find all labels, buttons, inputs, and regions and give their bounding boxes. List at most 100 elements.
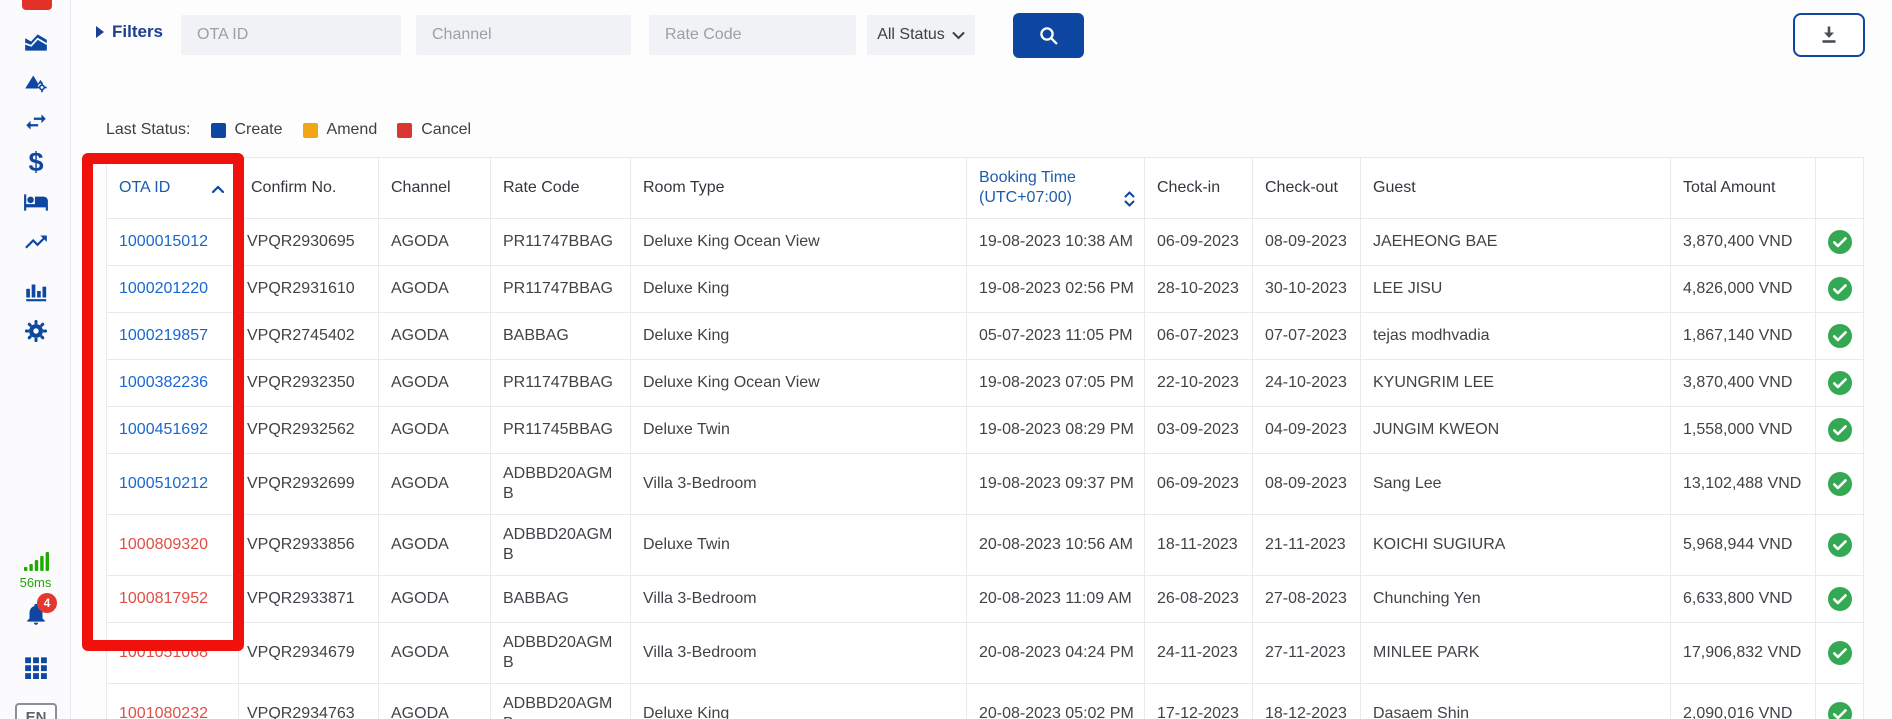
ota-id-link[interactable]: 1000451692 xyxy=(119,421,208,438)
check-out-cell: 18-12-2023 xyxy=(1253,684,1361,719)
channel-cell: AGODA xyxy=(379,266,491,313)
language-selector[interactable]: EN xyxy=(15,703,57,719)
booking-list-screen: $ 56ms 4 EN Filters xyxy=(0,0,1892,719)
total-amount-cell: 13,102,488 VND xyxy=(1671,454,1816,515)
rate-code-cell: ADBBD20AGMB xyxy=(491,684,631,719)
dollar-icon[interactable]: $ xyxy=(23,149,49,175)
channel-cell: AGODA xyxy=(379,454,491,515)
header-ota-id[interactable]: OTA ID xyxy=(107,158,239,219)
status-dropdown-value: All Status xyxy=(877,26,945,44)
confirm-no-cell: VPQR2745402 xyxy=(239,313,379,360)
channel-cell: AGODA xyxy=(379,576,491,623)
amend-color-swatch xyxy=(303,123,318,138)
confirm-no-cell: VPQR2933871 xyxy=(239,576,379,623)
sort-updown-icon[interactable] xyxy=(1124,191,1135,207)
room-type-cell: Deluxe King Ocean View xyxy=(631,360,967,407)
channel-cell: AGODA xyxy=(379,623,491,684)
booking-time-cell: 20-08-2023 11:09 AM xyxy=(967,576,1145,623)
search-button[interactable] xyxy=(1013,13,1084,58)
settings-gear-icon[interactable] xyxy=(23,318,49,344)
check-out-cell: 08-09-2023 xyxy=(1253,454,1361,515)
check-in-cell: 06-07-2023 xyxy=(1145,313,1253,360)
confirm-no-cell: VPQR2932562 xyxy=(239,407,379,454)
download-button[interactable] xyxy=(1793,13,1865,57)
filters-toggle[interactable]: Filters xyxy=(96,22,163,42)
check-out-cell: 27-08-2023 xyxy=(1253,576,1361,623)
ota-id-link[interactable]: 1001051068 xyxy=(119,644,208,661)
header-check-out: Check-out xyxy=(1253,158,1361,219)
status-success-icon xyxy=(1822,640,1857,666)
check-out-cell: 27-11-2023 xyxy=(1253,623,1361,684)
check-out-cell: 07-07-2023 xyxy=(1253,313,1361,360)
room-type-cell: Deluxe King Ocean View xyxy=(631,219,967,266)
bookings-table-wrap: OTA ID Confirm No. Channel Rate Code Roo… xyxy=(106,157,1863,719)
table-row: 1001080232 VPQR2934763 AGODA ADBBD20AGMB… xyxy=(107,684,1864,719)
table-row: 1000510212 VPQR2932699 AGODA ADBBD20AGMB… xyxy=(107,454,1864,515)
check-out-cell: 30-10-2023 xyxy=(1253,266,1361,313)
swap-arrows-icon[interactable] xyxy=(23,109,49,135)
rate-code-cell: ADBBD20AGMB xyxy=(491,515,631,576)
table-row: 1001051068 VPQR2934679 AGODA ADBBD20AGMB… xyxy=(107,623,1864,684)
check-in-cell: 03-09-2023 xyxy=(1145,407,1253,454)
confirm-no-cell: VPQR2934679 xyxy=(239,623,379,684)
legend-label: Last Status: xyxy=(106,121,191,139)
total-amount-cell: 5,968,944 VND xyxy=(1671,515,1816,576)
legend-item-create: Create xyxy=(211,121,283,139)
ota-id-link[interactable]: 1000382236 xyxy=(119,374,208,391)
check-in-cell: 06-09-2023 xyxy=(1145,219,1253,266)
check-in-cell: 06-09-2023 xyxy=(1145,454,1253,515)
header-confirm-no: Confirm No. xyxy=(239,158,379,219)
guest-cell: Sang Lee xyxy=(1361,454,1671,515)
download-icon xyxy=(1817,23,1841,47)
booking-time-cell: 20-08-2023 05:02 PM xyxy=(967,684,1145,719)
ota-id-link[interactable]: 1000510212 xyxy=(119,475,208,492)
bookings-table: OTA ID Confirm No. Channel Rate Code Roo… xyxy=(106,157,1864,719)
total-amount-cell: 2,090,016 VND xyxy=(1671,684,1816,719)
sort-ascending-icon[interactable] xyxy=(211,180,225,200)
ota-id-link[interactable]: 1000817952 xyxy=(119,590,208,607)
bar-chart-icon[interactable] xyxy=(23,278,49,304)
channel-input[interactable] xyxy=(416,15,631,55)
channel-cell: AGODA xyxy=(379,219,491,266)
ota-id-link[interactable]: 1001080232 xyxy=(119,705,208,719)
booking-time-cell: 19-08-2023 08:29 PM xyxy=(967,407,1145,454)
status-success-icon xyxy=(1822,532,1857,558)
status-success-icon xyxy=(1822,586,1857,612)
room-type-cell: Villa 3-Bedroom xyxy=(631,623,967,684)
signal-bars-icon xyxy=(24,551,50,571)
status-success-icon xyxy=(1822,276,1857,302)
app-logo[interactable] xyxy=(22,0,52,10)
table-row: 1000015012 VPQR2930695 AGODA PR11747BBAG… xyxy=(107,219,1864,266)
total-amount-cell: 17,906,832 VND xyxy=(1671,623,1816,684)
last-status-legend: Last Status: Create Amend Cancel xyxy=(106,121,471,139)
guest-cell: MINLEE PARK xyxy=(1361,623,1671,684)
ota-id-input[interactable] xyxy=(181,15,401,55)
check-out-cell: 21-11-2023 xyxy=(1253,515,1361,576)
confirm-no-cell: VPQR2930695 xyxy=(239,219,379,266)
apps-grid-icon[interactable] xyxy=(23,653,49,679)
table-row: 1000451692 VPQR2932562 AGODA PR11745BBAG… xyxy=(107,407,1864,454)
header-booking-time[interactable]: Booking Time (UTC+07:00) xyxy=(967,158,1145,219)
status-dropdown[interactable]: All Status xyxy=(867,15,975,55)
total-amount-cell: 3,870,400 VND xyxy=(1671,360,1816,407)
check-in-cell: 18-11-2023 xyxy=(1145,515,1253,576)
guest-cell: JUNGIM KWEON xyxy=(1361,407,1671,454)
table-row: 1000817952 VPQR2933871 AGODA BABBAG Vill… xyxy=(107,576,1864,623)
ota-id-link[interactable]: 1000015012 xyxy=(119,233,208,250)
ota-id-link[interactable]: 1000219857 xyxy=(119,327,208,344)
rate-code-cell: PR11747BBAG xyxy=(491,219,631,266)
hotel-bed-icon[interactable] xyxy=(23,189,49,215)
notification-badge: 4 xyxy=(37,593,57,613)
table-row: 1000382236 VPQR2932350 AGODA PR11747BBAG… xyxy=(107,360,1864,407)
rate-code-cell: BABBAG xyxy=(491,576,631,623)
check-in-cell: 17-12-2023 xyxy=(1145,684,1253,719)
room-type-cell: Deluxe King xyxy=(631,313,967,360)
mountain-gear-icon[interactable] xyxy=(23,69,49,95)
ota-id-link[interactable]: 1000201220 xyxy=(119,280,208,297)
ota-id-link[interactable]: 1000809320 xyxy=(119,536,208,553)
rate-code-input[interactable] xyxy=(649,15,856,55)
area-chart-icon[interactable] xyxy=(23,29,49,55)
chevron-down-icon xyxy=(952,31,965,40)
trending-up-icon[interactable] xyxy=(23,229,49,255)
total-amount-cell: 6,633,800 VND xyxy=(1671,576,1816,623)
